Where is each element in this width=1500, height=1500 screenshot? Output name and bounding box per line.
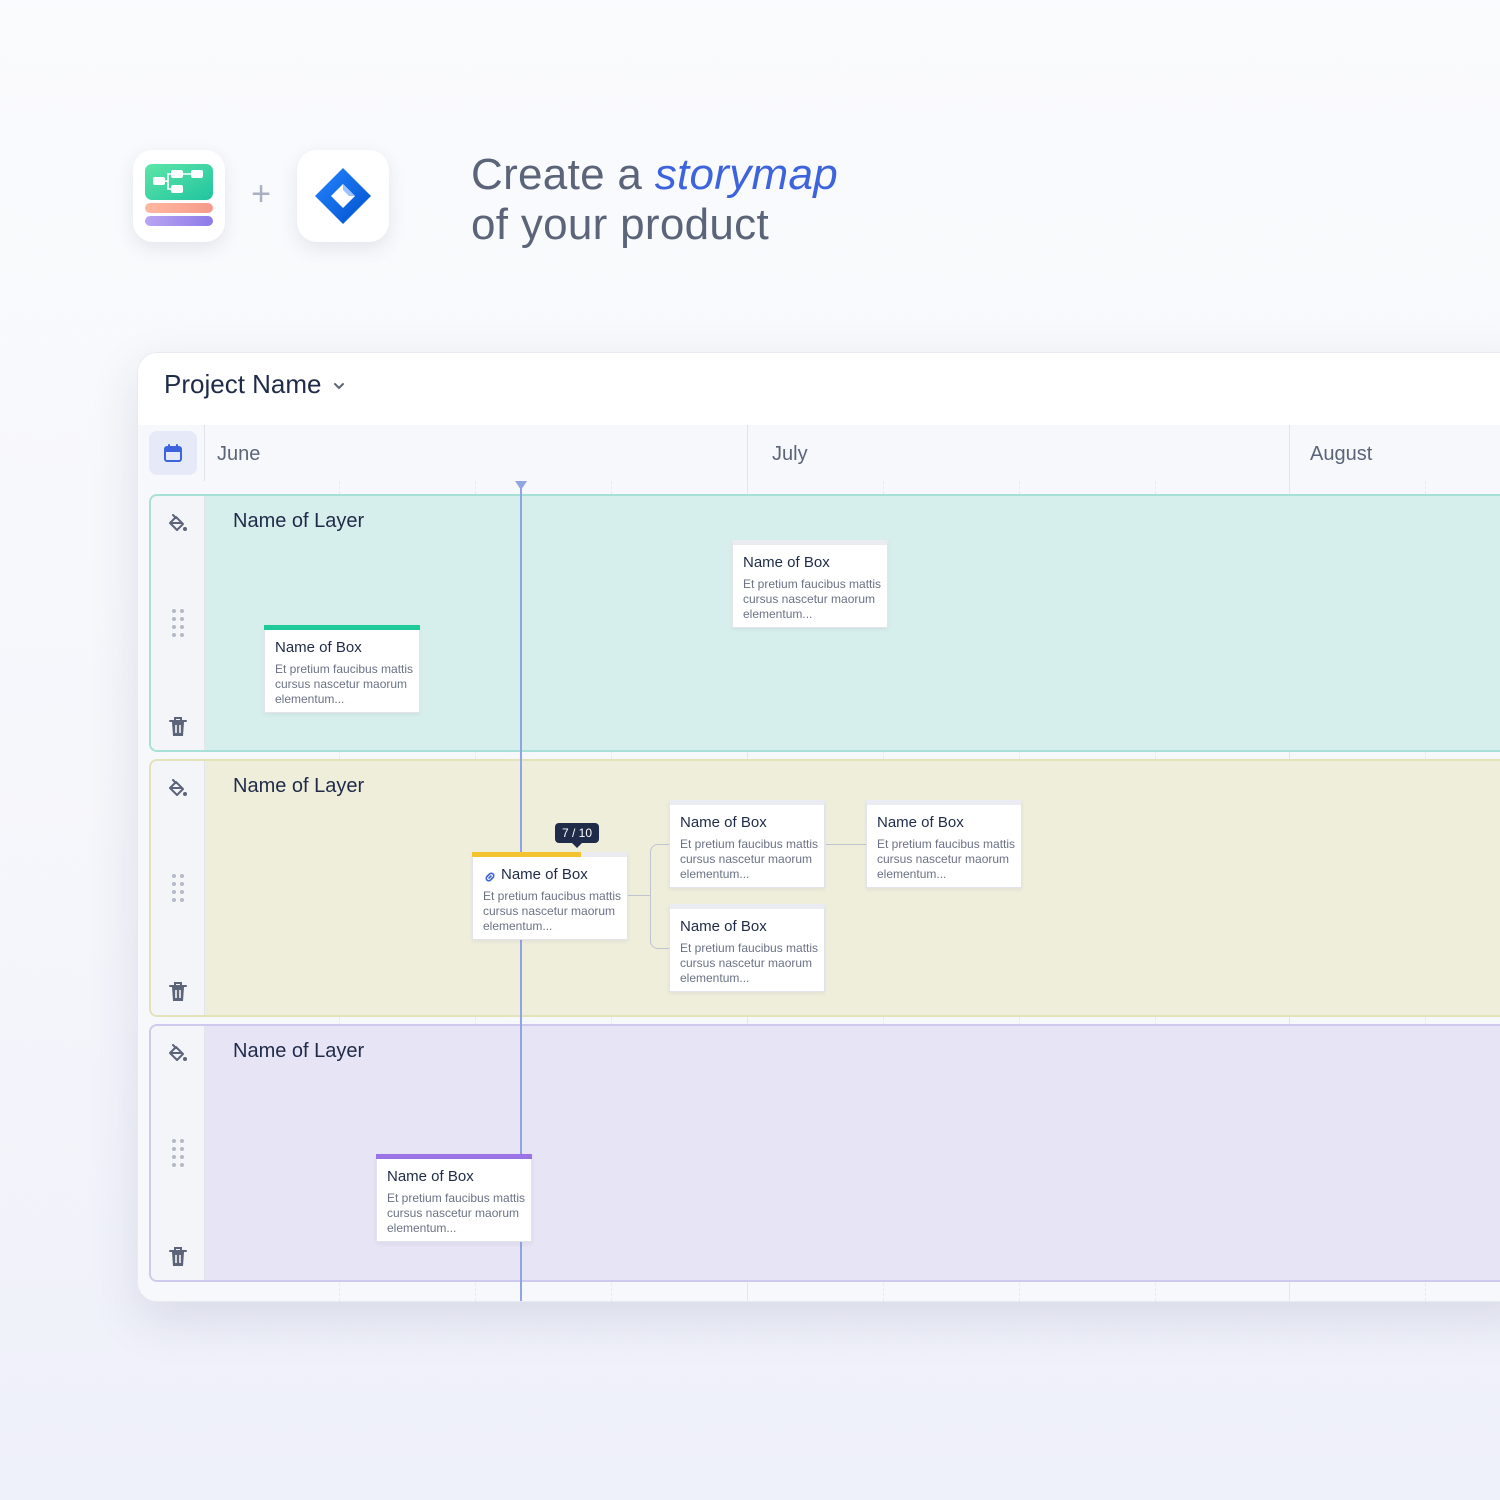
layer-title: Name of Layer <box>233 510 365 532</box>
box-progress <box>264 625 420 630</box>
layer-title: Name of Layer <box>233 775 365 797</box>
box-description: Et pretium faucibus mattis cursus nascet… <box>275 662 414 706</box>
story-box[interactable]: Name of Box Et pretium faucibus mattis c… <box>732 540 888 628</box>
layer: Name of Layer <box>149 1024 1500 1282</box>
month-separator <box>1289 425 1290 481</box>
fill-color-button[interactable] <box>165 512 191 538</box>
storymap-window: Project Name June July August Name of La… <box>137 352 1500 1302</box>
layer-canvas: Name of Layer <box>205 761 1500 1015</box>
drag-handle[interactable] <box>165 609 191 637</box>
drag-handle-icon <box>172 609 184 637</box>
month-header: June July August <box>138 425 1500 482</box>
jira-logo <box>297 150 389 242</box>
box-title: Name of Box <box>680 918 767 935</box>
dependency-connector <box>650 844 671 949</box>
box-title: Name of Box <box>501 866 588 883</box>
box-description: Et pretium faucibus mattis cursus nascet… <box>680 837 819 881</box>
hero-headline: Create a storymap of your product <box>471 150 838 250</box>
delete-layer-button[interactable] <box>165 714 191 740</box>
today-marker[interactable] <box>515 481 527 490</box>
story-box[interactable]: Name of Box Et pretium faucibus mattis c… <box>264 625 420 713</box>
box-title: Name of Box <box>743 554 830 571</box>
drag-handle[interactable] <box>165 874 191 902</box>
paint-bucket-icon <box>169 514 187 531</box>
story-box[interactable]: Name of Box Et pretium faucibus mattis c… <box>669 800 825 888</box>
story-box[interactable]: Name of Box Et pretium faucibus mattis c… <box>866 800 1022 888</box>
story-box[interactable]: Name of Box Et pretium faucibus mattis c… <box>669 904 825 992</box>
plus-sign: + <box>251 175 271 213</box>
chevron-down-icon <box>333 383 344 390</box>
box-title: Name of Box <box>275 639 362 656</box>
trash-icon <box>169 1247 187 1266</box>
paint-bucket-icon <box>169 1044 187 1061</box>
box-description: Et pretium faucibus mattis cursus nascet… <box>877 837 1016 881</box>
layer-toolbar <box>151 496 205 750</box>
box-progress <box>376 1154 532 1159</box>
box-progress <box>472 852 582 857</box>
headline-prefix: Create a <box>471 150 655 199</box>
fill-color-button[interactable] <box>165 1042 191 1068</box>
calendar-button[interactable] <box>149 431 197 475</box>
fill-color-button[interactable] <box>165 777 191 803</box>
dependency-connector <box>826 844 866 845</box>
project-selector[interactable]: Project Name <box>164 369 346 400</box>
trash-icon <box>169 982 187 1001</box>
drag-handle-icon <box>172 874 184 902</box>
link-icon <box>485 872 495 882</box>
topbar: Project Name <box>138 353 1500 426</box>
headline-accent: storymap <box>654 150 839 199</box>
progress-tooltip: 7 / 10 <box>555 823 600 848</box>
storymap-app-logo <box>133 150 225 242</box>
calendar-icon <box>164 444 182 462</box>
layer-toolbar <box>151 761 205 1015</box>
layer-title: Name of Layer <box>233 1040 365 1062</box>
story-box[interactable]: Name of Box Et pretium faucibus mattis c… <box>376 1154 532 1242</box>
month-june: June <box>217 443 261 465</box>
layer-toolbar <box>151 1026 205 1280</box>
box-title: Name of Box <box>877 814 964 831</box>
month-july: July <box>772 443 808 465</box>
headline-line-2: of your product <box>471 200 769 249</box>
paint-bucket-icon <box>169 779 187 796</box>
month-separator <box>747 425 748 481</box>
dependency-connector <box>628 895 650 896</box>
drag-handle[interactable] <box>165 1139 191 1167</box>
box-description: Et pretium faucibus mattis cursus nascet… <box>680 941 819 985</box>
drag-handle-icon <box>172 1139 184 1167</box>
box-title: Name of Box <box>387 1168 474 1185</box>
delete-layer-button[interactable] <box>165 1244 191 1270</box>
month-august: August <box>1310 443 1373 465</box>
trash-icon <box>169 717 187 736</box>
box-description: Et pretium faucibus mattis cursus nascet… <box>743 577 882 621</box>
delete-layer-button[interactable] <box>165 979 191 1005</box>
story-box[interactable]: Name of Box Et pretium faucibus mattis c… <box>472 852 628 940</box>
box-title: Name of Box <box>680 814 767 831</box>
box-description: Et pretium faucibus mattis cursus nascet… <box>483 889 622 933</box>
month-separator <box>204 425 205 481</box>
box-description: Et pretium faucibus mattis cursus nascet… <box>387 1191 526 1235</box>
project-name: Project Name <box>164 369 322 399</box>
